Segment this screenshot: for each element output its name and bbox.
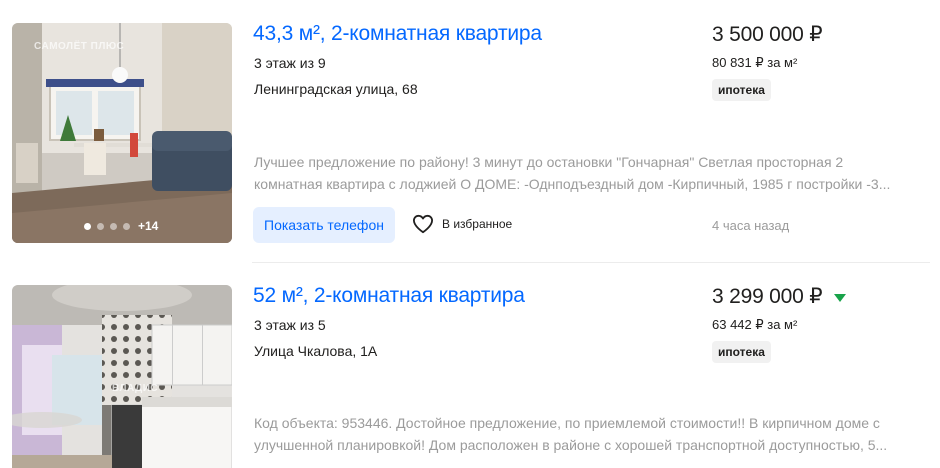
listing-photo[interactable]: ВЛАДИС bbox=[12, 285, 232, 468]
posted-time: 4 часа назад bbox=[712, 218, 790, 233]
mortgage-badge: ипотека bbox=[712, 341, 771, 363]
listing-description: Лучшее предложение по району! 3 минут до… bbox=[254, 154, 891, 192]
pager-dot[interactable] bbox=[123, 222, 130, 230]
floor-info: 3 этаж из 9 bbox=[254, 55, 326, 71]
address: Ленинградская улица, 68 bbox=[254, 81, 418, 97]
pager-dot[interactable] bbox=[97, 222, 104, 230]
photo-watermark: САМОЛЁТ ПЛЮС bbox=[34, 41, 125, 52]
price: 3 500 000 ₽ bbox=[712, 23, 823, 46]
show-phone-button[interactable]: Показать телефон bbox=[253, 207, 395, 243]
favorite-label: В избранное bbox=[442, 217, 513, 231]
price-down-icon bbox=[834, 294, 846, 302]
photo-pager[interactable]: +14 bbox=[84, 219, 158, 233]
listing-title-link[interactable]: 43,3 м², 2-комнатная квартира bbox=[253, 22, 542, 46]
price: 3 299 000 ₽ bbox=[712, 285, 823, 308]
listing-description: Код объекта: 953446. Достойное предложен… bbox=[254, 415, 888, 453]
mortgage-badge: ипотека bbox=[712, 79, 771, 101]
add-to-favorites-button[interactable]: В избранное bbox=[412, 214, 512, 234]
photo-watermark: ВЛАДИС bbox=[112, 383, 159, 394]
address: Улица Чкалова, 1А bbox=[254, 343, 378, 359]
price-per-meter: 80 831 ₽ за м² bbox=[712, 55, 798, 70]
photo-count: +14 bbox=[138, 219, 159, 233]
floor-info: 3 этаж из 5 bbox=[254, 317, 326, 333]
listing-title-link[interactable]: 52 м², 2-комнатная квартира bbox=[253, 284, 525, 308]
listing-card[interactable]: ВЛАДИС 52 м², 2-комнатная квартира 3 эта… bbox=[0, 262, 940, 468]
heart-icon bbox=[412, 214, 433, 234]
pager-dot[interactable] bbox=[110, 222, 117, 230]
apartment-photo-room bbox=[12, 23, 232, 243]
listing-photo[interactable]: САМОЛЁТ ПЛЮС +14 bbox=[12, 23, 232, 243]
price-per-meter: 63 442 ₽ за м² bbox=[712, 317, 798, 332]
pager-dot[interactable] bbox=[84, 222, 91, 230]
apartment-photo-kitchen bbox=[12, 285, 232, 468]
listing-card[interactable]: САМОЛЁТ ПЛЮС +14 43,3 м², 2-комнатная кв… bbox=[0, 0, 940, 262]
